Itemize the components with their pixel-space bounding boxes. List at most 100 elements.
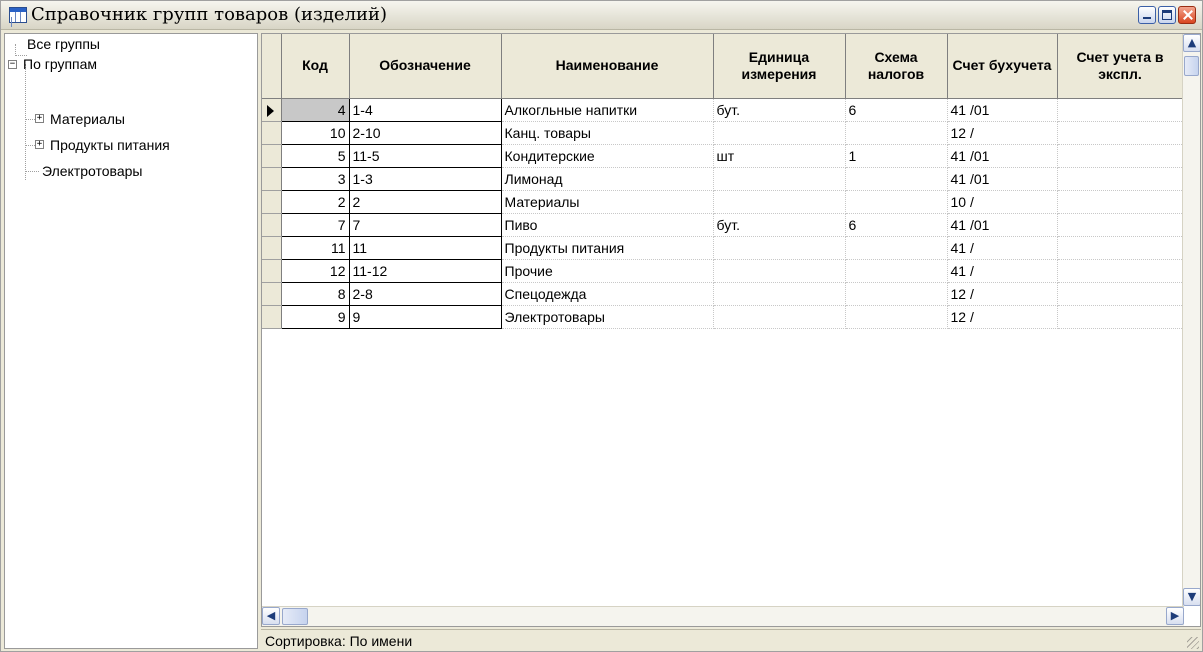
row-indicator[interactable] — [262, 121, 282, 145]
cell-name[interactable]: Продукты питания — [501, 236, 714, 260]
row-indicator[interactable] — [262, 236, 282, 260]
scroll-left-icon[interactable]: ◀ — [262, 607, 280, 625]
cell-tax-scheme[interactable] — [845, 282, 948, 306]
table-row[interactable]: 8 2-8 Спецодежда 12 / — [262, 282, 1184, 306]
row-indicator[interactable] — [262, 305, 282, 329]
horizontal-scrollbar[interactable]: ◀ ▶ — [262, 606, 1184, 626]
table-row[interactable]: 5 11-5 Кондитерские шт 1 41 /01 — [262, 144, 1184, 168]
cell-code[interactable]: 9 — [280, 305, 350, 329]
cell-tax-scheme[interactable]: 6 — [845, 98, 948, 122]
cell-code[interactable]: 7 — [280, 213, 350, 237]
table-row[interactable]: 10 2-10 Канц. товары 12 / — [262, 121, 1184, 145]
expand-icon[interactable]: + — [35, 114, 44, 123]
cell-tax-scheme[interactable] — [845, 305, 948, 329]
cell-code[interactable]: 10 — [280, 121, 350, 145]
row-indicator[interactable] — [262, 167, 282, 191]
resize-grip-icon[interactable] — [1187, 637, 1199, 649]
cell-unit[interactable] — [713, 236, 846, 260]
cell-account-expl[interactable] — [1057, 190, 1184, 214]
cell-tax-scheme[interactable] — [845, 190, 948, 214]
tree-item-all-groups[interactable]: Все группы — [27, 36, 100, 52]
cell-account-expl[interactable] — [1057, 98, 1184, 122]
vertical-scroll-thumb[interactable] — [1184, 56, 1199, 76]
cell-designation[interactable]: 2-10 — [349, 121, 502, 145]
cell-account[interactable]: 41 /01 — [947, 213, 1058, 237]
scroll-right-icon[interactable]: ▶ — [1166, 607, 1184, 625]
cell-code[interactable]: 3 — [280, 167, 350, 191]
scroll-down-icon[interactable]: ▼ — [1183, 588, 1200, 606]
column-header-code[interactable]: Код — [281, 34, 350, 99]
row-indicator[interactable] — [262, 190, 282, 214]
cell-name[interactable]: Спецодежда — [501, 282, 714, 306]
column-header-tax-scheme[interactable]: Схема налогов — [845, 34, 948, 99]
cell-designation[interactable]: 1-3 — [349, 167, 502, 191]
table-row[interactable]: 11 11 Продукты питания 41 / — [262, 236, 1184, 260]
scroll-up-icon[interactable]: ▲ — [1183, 34, 1200, 52]
horizontal-scroll-thumb[interactable] — [282, 608, 308, 625]
row-indicator[interactable] — [262, 259, 282, 283]
cell-code[interactable]: 8 — [280, 282, 350, 306]
cell-unit[interactable]: бут. — [713, 98, 846, 122]
groups-grid[interactable]: Код Обозначение Наименование Единица изм… — [261, 33, 1201, 627]
cell-name[interactable]: Алкогльные напитки — [501, 98, 714, 122]
cell-account[interactable]: 12 / — [947, 282, 1058, 306]
cell-unit[interactable] — [713, 190, 846, 214]
cell-designation[interactable]: 11-5 — [349, 144, 502, 168]
cell-designation[interactable]: 1-4 — [349, 98, 502, 122]
cell-account-expl[interactable] — [1057, 121, 1184, 145]
cell-tax-scheme[interactable] — [845, 236, 948, 260]
cell-account[interactable]: 41 /01 — [947, 144, 1058, 168]
column-header-name[interactable]: Наименование — [501, 34, 714, 99]
cell-name[interactable]: Пиво — [501, 213, 714, 237]
cell-account[interactable]: 41 / — [947, 236, 1058, 260]
cell-name[interactable]: Кондитерские — [501, 144, 714, 168]
cell-name[interactable]: Лимонад — [501, 167, 714, 191]
cell-code[interactable]: 11 — [280, 236, 350, 260]
cell-account[interactable]: 12 / — [947, 305, 1058, 329]
cell-designation[interactable]: 11 — [349, 236, 502, 260]
tree-item-electronics[interactable]: Электротовары — [42, 163, 142, 179]
cell-account[interactable]: 41 / — [947, 259, 1058, 283]
cell-code[interactable]: 12 — [280, 259, 350, 283]
column-header-designation[interactable]: Обозначение — [349, 34, 502, 99]
minimize-button[interactable] — [1138, 6, 1156, 24]
expand-icon[interactable]: + — [35, 140, 44, 149]
close-button[interactable] — [1178, 6, 1196, 24]
cell-name[interactable]: Материалы — [501, 190, 714, 214]
table-row[interactable]: 7 7 Пиво бут. 6 41 /01 — [262, 213, 1184, 237]
vertical-scrollbar[interactable]: ▲ ▼ — [1182, 34, 1200, 606]
tree-item-food[interactable]: Продукты питания — [50, 137, 170, 153]
cell-unit[interactable] — [713, 259, 846, 283]
cell-designation[interactable]: 7 — [349, 213, 502, 237]
cell-unit[interactable] — [713, 282, 846, 306]
cell-unit[interactable] — [713, 167, 846, 191]
collapse-icon[interactable]: − — [8, 60, 17, 69]
maximize-button[interactable] — [1158, 6, 1176, 24]
cell-designation[interactable]: 11-12 — [349, 259, 502, 283]
tree-item-materials[interactable]: Материалы — [50, 111, 125, 127]
cell-code[interactable]: 5 — [280, 144, 350, 168]
cell-tax-scheme[interactable]: 1 — [845, 144, 948, 168]
cell-unit[interactable] — [713, 305, 846, 329]
cell-account-expl[interactable] — [1057, 236, 1184, 260]
table-row[interactable]: 9 9 Электротовары 12 / — [262, 305, 1184, 329]
column-header-account[interactable]: Счет бухучета — [947, 34, 1058, 99]
column-header-account-expl[interactable]: Счет учета в экспл. — [1057, 34, 1184, 99]
cell-name[interactable]: Электротовары — [501, 305, 714, 329]
cell-account-expl[interactable] — [1057, 305, 1184, 329]
group-tree[interactable]: Все группы − По группам + Материалы + Пр… — [4, 33, 258, 649]
table-row[interactable]: 4 1-4 Алкогльные напитки бут. 6 41 /01 — [262, 98, 1184, 122]
cell-designation[interactable]: 9 — [349, 305, 502, 329]
cell-unit[interactable]: шт — [713, 144, 846, 168]
table-row[interactable]: 2 2 Материалы 10 / — [262, 190, 1184, 214]
cell-designation[interactable]: 2 — [349, 190, 502, 214]
cell-code[interactable]: 2 — [280, 190, 350, 214]
cell-account[interactable]: 10 / — [947, 190, 1058, 214]
cell-account[interactable]: 41 /01 — [947, 167, 1058, 191]
cell-account[interactable]: 41 /01 — [947, 98, 1058, 122]
row-indicator[interactable] — [262, 98, 282, 122]
title-bar[interactable]: Справочник групп товаров (изделий) — [1, 1, 1202, 30]
cell-account-expl[interactable] — [1057, 213, 1184, 237]
cell-name[interactable]: Канц. товары — [501, 121, 714, 145]
row-indicator[interactable] — [262, 144, 282, 168]
